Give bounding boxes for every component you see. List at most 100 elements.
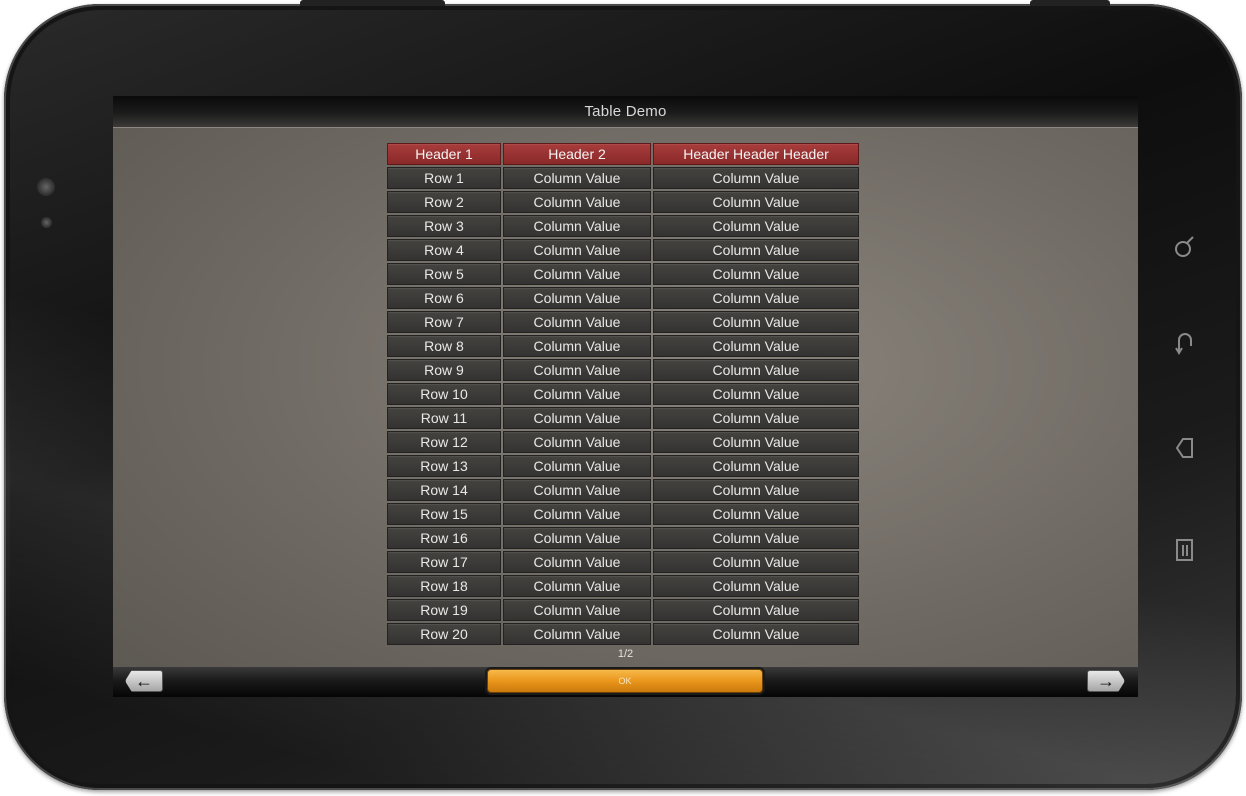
table-cell: Column Value — [503, 335, 651, 357]
table-cell: Column Value — [503, 191, 651, 213]
table-cell: Column Value — [503, 311, 651, 333]
camera-icon — [37, 178, 55, 196]
column-header-1[interactable]: Header 1 — [387, 143, 501, 165]
home-icon[interactable] — [1168, 431, 1202, 465]
table-cell: Column Value — [653, 575, 859, 597]
table-row[interactable]: Row 16 Column Value Column Value — [386, 526, 860, 550]
table-cell: Row 4 — [387, 239, 501, 261]
table-cell: Row 6 — [387, 287, 501, 309]
table-cell: Column Value — [653, 239, 859, 261]
table-row[interactable]: Row 4 Column Value Column Value — [386, 238, 860, 262]
table-row[interactable]: Row 17 Column Value Column Value — [386, 550, 860, 574]
table-cell: Row 15 — [387, 503, 501, 525]
title-bar: Table Demo — [113, 96, 1138, 128]
table-row[interactable]: Row 3 Column Value Column Value — [386, 214, 860, 238]
table-cell: Row 16 — [387, 527, 501, 549]
table-cell: Column Value — [653, 335, 859, 357]
table-cell: Column Value — [653, 359, 859, 381]
table-cell: Column Value — [503, 455, 651, 477]
table-cell: Column Value — [503, 551, 651, 573]
table-row[interactable]: Row 19 Column Value Column Value — [386, 598, 860, 622]
table-cell: Column Value — [653, 263, 859, 285]
table-cell: Row 12 — [387, 431, 501, 453]
table-cell: Column Value — [653, 407, 859, 429]
previous-page-button[interactable]: ← — [125, 670, 163, 692]
table-row[interactable]: Row 11 Column Value Column Value — [386, 406, 860, 430]
table-cell: Row 9 — [387, 359, 501, 381]
table-cell: Column Value — [653, 599, 859, 621]
table-cell: Row 19 — [387, 599, 501, 621]
menu-icon[interactable] — [1168, 533, 1202, 567]
table-cell: Column Value — [653, 527, 859, 549]
table-cell: Row 5 — [387, 263, 501, 285]
page-indicator: 1/2 — [617, 648, 634, 660]
table-row[interactable]: Row 13 Column Value Column Value — [386, 454, 860, 478]
table-row[interactable]: Row 8 Column Value Column Value — [386, 334, 860, 358]
table-cell: Column Value — [653, 215, 859, 237]
table-cell: Column Value — [503, 215, 651, 237]
table-row[interactable]: Row 18 Column Value Column Value — [386, 574, 860, 598]
table-cell: Column Value — [653, 431, 859, 453]
table-row[interactable]: Row 6 Column Value Column Value — [386, 286, 860, 310]
data-table: Header 1 Header 2 Header Header Header R… — [386, 142, 860, 646]
table-cell: Row 3 — [387, 215, 501, 237]
table-cell: Column Value — [503, 359, 651, 381]
table-cell: Column Value — [503, 263, 651, 285]
table-body: Row 1 Column Value Column Value Row 2 Column… — [386, 166, 860, 646]
table-cell: Row 8 — [387, 335, 501, 357]
table-row[interactable]: Row 9 Column Value Column Value — [386, 358, 860, 382]
ok-button[interactable]: OK — [487, 669, 763, 693]
table-cell: Row 7 — [387, 311, 501, 333]
table-cell: Column Value — [503, 167, 651, 189]
table-cell: Row 2 — [387, 191, 501, 213]
table-cell: Column Value — [653, 479, 859, 501]
table-cell: Column Value — [503, 599, 651, 621]
table-row[interactable]: Row 5 Column Value Column Value — [386, 262, 860, 286]
next-page-button[interactable]: → — [1087, 670, 1125, 692]
search-icon[interactable] — [1168, 230, 1202, 264]
table-cell: Column Value — [653, 623, 859, 645]
table-row[interactable]: Row 15 Column Value Column Value — [386, 502, 860, 526]
table-cell: Column Value — [653, 167, 859, 189]
volume-button — [1030, 0, 1110, 6]
table-cell: Row 11 — [387, 407, 501, 429]
table-cell: Row 14 — [387, 479, 501, 501]
table-cell: Column Value — [653, 311, 859, 333]
table-cell: Column Value — [653, 503, 859, 525]
arrow-left-icon: ← — [135, 670, 153, 691]
table-cell: Column Value — [503, 383, 651, 405]
table-cell: Column Value — [503, 479, 651, 501]
table-cell: Column Value — [503, 287, 651, 309]
page-title: Table Demo — [584, 103, 667, 120]
table-cell: Row 20 — [387, 623, 501, 645]
table-row[interactable]: Row 10 Column Value Column Value — [386, 382, 860, 406]
power-button — [300, 0, 445, 6]
column-header-3[interactable]: Header Header Header — [653, 143, 859, 165]
column-header-2[interactable]: Header 2 — [503, 143, 651, 165]
light-sensor-icon — [41, 217, 52, 228]
table-cell: Column Value — [503, 623, 651, 645]
back-icon[interactable] — [1168, 326, 1202, 360]
table-row[interactable]: Row 7 Column Value Column Value — [386, 310, 860, 334]
bottom-toolbar: ← OK → — [113, 667, 1138, 697]
table-row[interactable]: Row 20 Column Value Column Value — [386, 622, 860, 646]
table-row[interactable]: Row 12 Column Value Column Value — [386, 430, 860, 454]
table-cell: Column Value — [503, 575, 651, 597]
table-cell: Column Value — [653, 383, 859, 405]
table-row[interactable]: Row 2 Column Value Column Value — [386, 190, 860, 214]
table-row[interactable]: Row 14 Column Value Column Value — [386, 478, 860, 502]
table-cell: Column Value — [503, 431, 651, 453]
arrow-right-icon: → — [1097, 670, 1115, 691]
table-cell: Column Value — [503, 503, 651, 525]
table-cell: Column Value — [653, 191, 859, 213]
table-cell: Row 10 — [387, 383, 501, 405]
table-cell: Column Value — [503, 407, 651, 429]
table-cell: Column Value — [653, 455, 859, 477]
table-cell: Column Value — [503, 239, 651, 261]
table-cell: Column Value — [503, 527, 651, 549]
table-cell: Row 18 — [387, 575, 501, 597]
table-row[interactable]: Row 1 Column Value Column Value — [386, 166, 860, 190]
table-header-row: Header 1 Header 2 Header Header Header — [386, 142, 860, 166]
app-screen: Table Demo Header 1 Header 2 Header Head… — [113, 96, 1138, 697]
table-cell: Row 17 — [387, 551, 501, 573]
